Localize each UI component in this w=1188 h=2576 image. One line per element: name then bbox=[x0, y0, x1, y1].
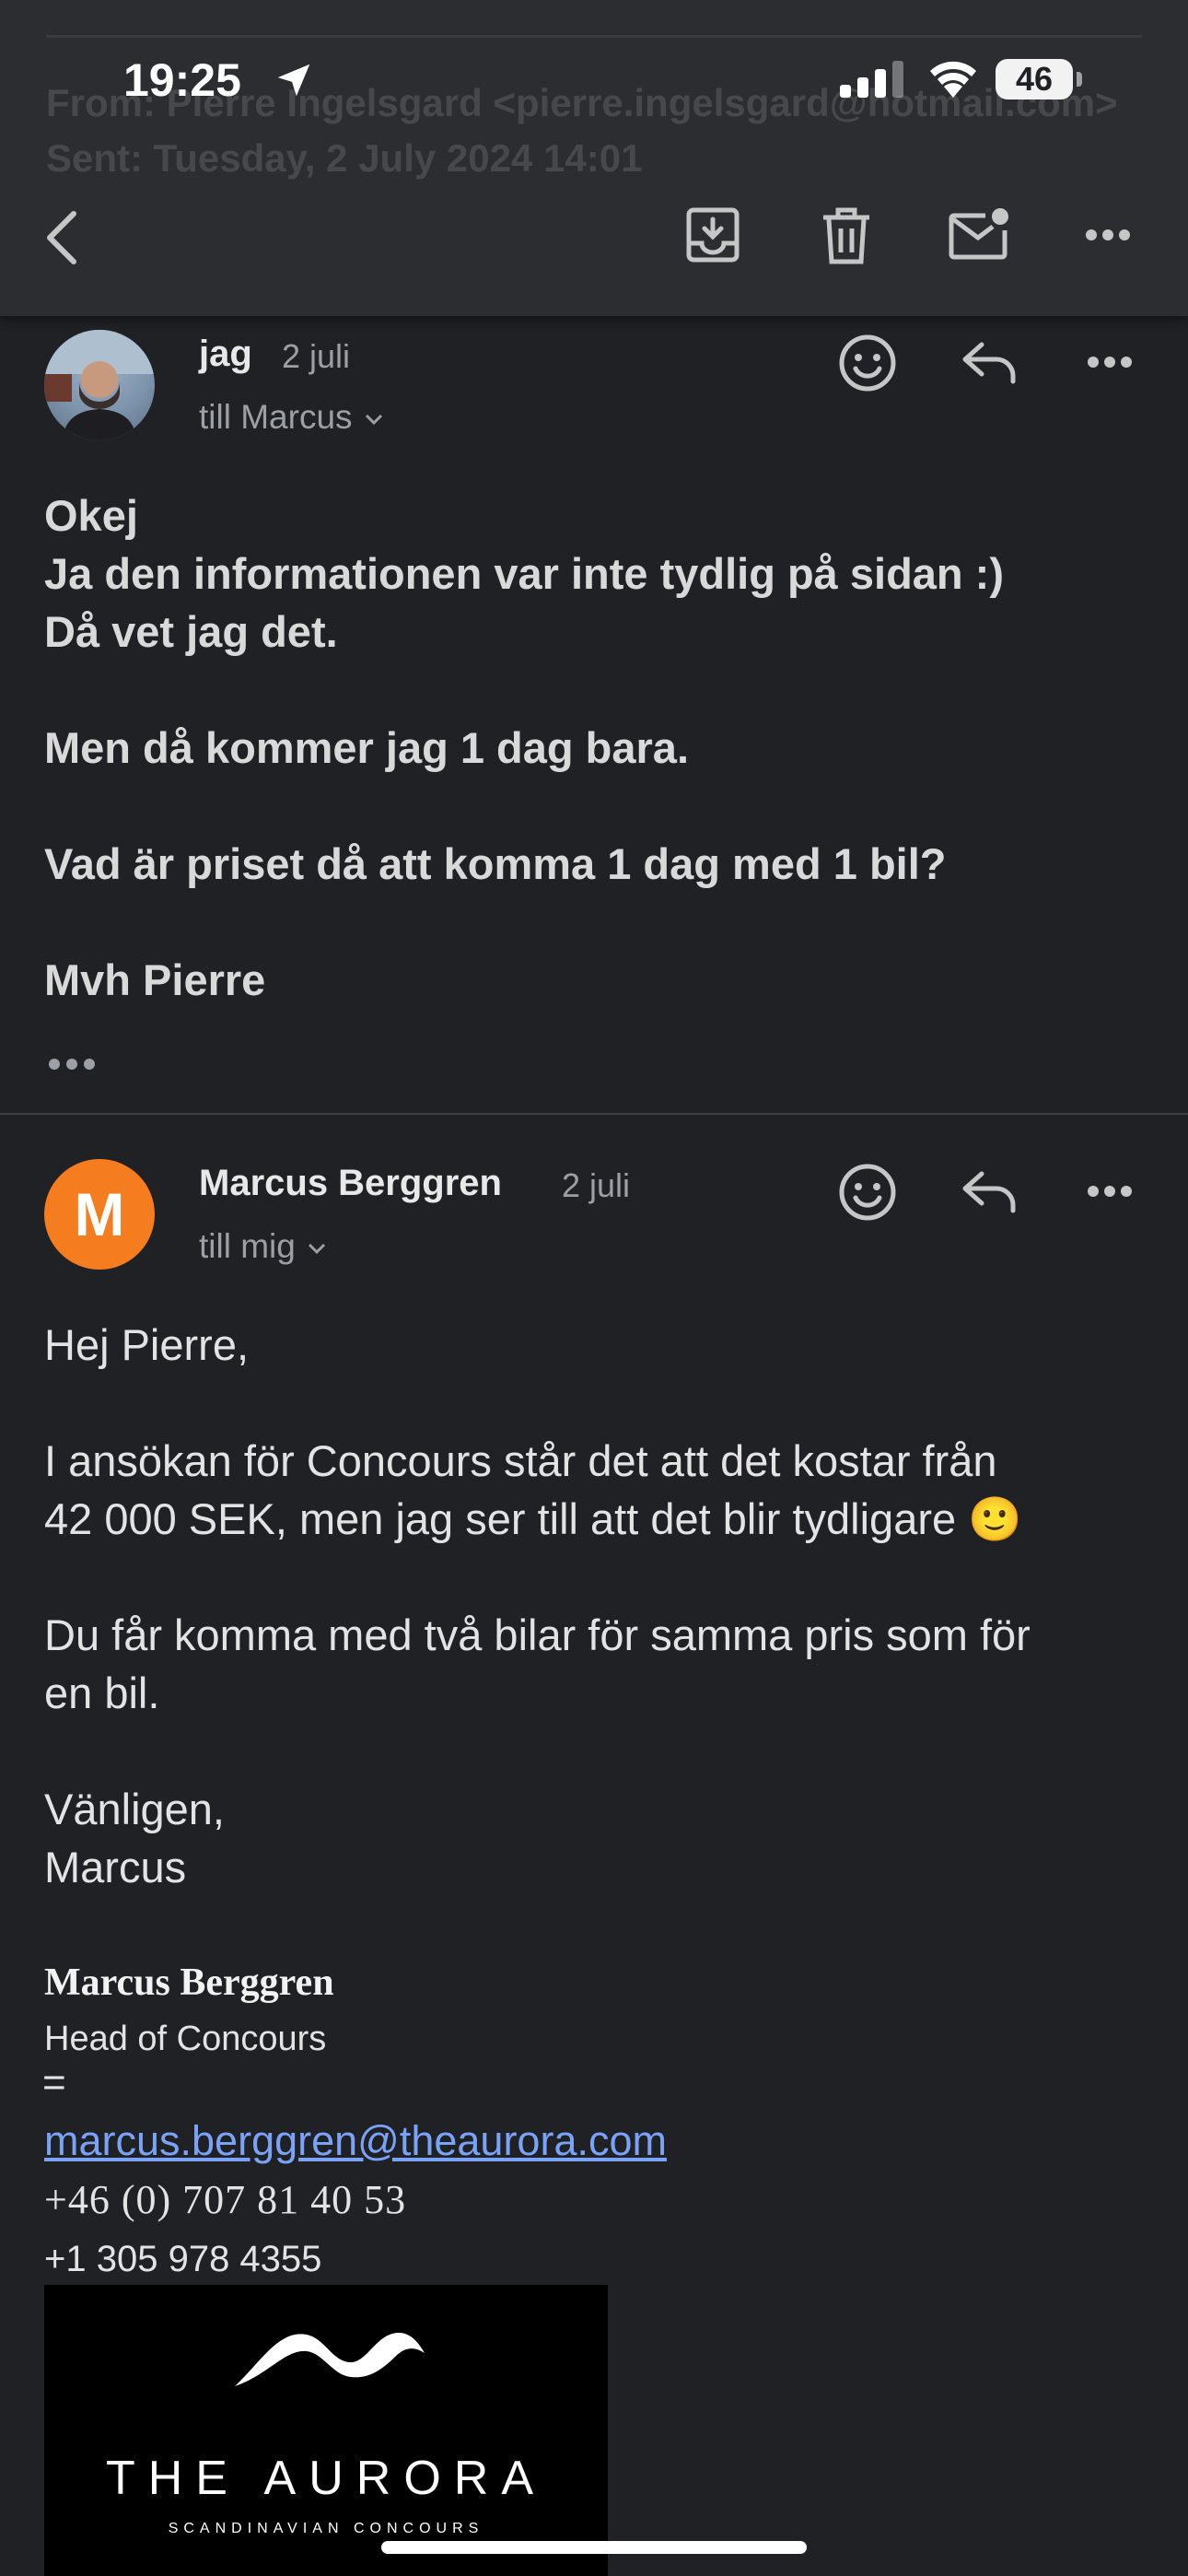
wifi-icon bbox=[930, 61, 976, 98]
cellular-signal-icon bbox=[840, 61, 903, 98]
logo-wordmark: THE AURORA bbox=[105, 2452, 547, 2505]
more-horizontal-icon[interactable] bbox=[1085, 228, 1131, 241]
chevron-down-icon bbox=[365, 415, 382, 426]
signature-separator: = bbox=[42, 2060, 66, 2105]
background-sent-line: Sent: Tuesday, 2 July 2024 14:01 bbox=[46, 136, 643, 180]
chevron-down-icon bbox=[308, 1244, 325, 1255]
logo-tagline: SCANDINAVIAN CONCOURS bbox=[168, 2521, 484, 2536]
reply-icon[interactable] bbox=[961, 341, 1017, 385]
person-avatar-icon bbox=[44, 330, 155, 440]
trash-icon[interactable] bbox=[821, 206, 871, 265]
show-trimmed-content-icon[interactable] bbox=[48, 1058, 96, 1071]
sender-name: jag bbox=[199, 334, 252, 374]
battery-indicator: 46 bbox=[996, 59, 1084, 101]
message-body: Hej Pierre, I ansökan för Concours står … bbox=[44, 1320, 1031, 1891]
message-divider bbox=[0, 1113, 1188, 1115]
message-date: 2 juli bbox=[562, 1166, 631, 1204]
home-indicator[interactable] bbox=[381, 2541, 807, 2554]
signature-phone-1[interactable]: +46 (0) 707 81 40 53 bbox=[44, 2176, 406, 2223]
mark-unread-icon[interactable] bbox=[949, 206, 1009, 263]
signature-email-link[interactable]: marcus.berggren@theaurora.com bbox=[44, 2117, 667, 2165]
battery-level: 46 bbox=[996, 59, 1073, 100]
header-rule bbox=[46, 35, 1142, 38]
signature-phone-2[interactable]: +1 305 978 4355 bbox=[44, 2239, 321, 2280]
signature-name: Marcus Berggren bbox=[44, 1961, 334, 2004]
message-more-icon[interactable] bbox=[1087, 356, 1133, 369]
sender-avatar[interactable] bbox=[44, 330, 155, 440]
location-arrow-icon bbox=[277, 64, 310, 97]
back-chevron-icon[interactable] bbox=[41, 208, 81, 267]
signature-title: Head of Concours bbox=[44, 2020, 327, 2058]
status-time: 19:25 bbox=[123, 54, 241, 106]
message-date: 2 juli bbox=[282, 337, 351, 375]
message-more-icon[interactable] bbox=[1087, 1185, 1133, 1198]
sender-avatar-letter[interactable]: M bbox=[44, 1159, 155, 1270]
recipient-dropdown[interactable]: till Marcus bbox=[199, 398, 384, 437]
aurora-wave-logo-icon bbox=[235, 2333, 425, 2386]
message-body: Okej Ja den informationen var inte tydli… bbox=[44, 491, 1004, 1004]
reply-icon[interactable] bbox=[961, 1170, 1017, 1214]
emoji-reaction-icon[interactable] bbox=[838, 1163, 897, 1222]
emoji-reaction-icon[interactable] bbox=[838, 334, 897, 392]
aurora-logo: THE AURORA SCANDINAVIAN CONCOURS bbox=[44, 2285, 608, 2576]
archive-icon[interactable] bbox=[685, 206, 740, 263]
recipient-label: till mig bbox=[199, 1227, 296, 1265]
recipient-label: till Marcus bbox=[199, 398, 353, 436]
sender-name: Marcus Berggren bbox=[199, 1163, 502, 1203]
recipient-dropdown[interactable]: till mig bbox=[199, 1227, 327, 1266]
top-app-bar: From: Pierre Ingelsgard <pierre.ingelsga… bbox=[0, 0, 1188, 316]
battery-tip bbox=[1077, 72, 1082, 87]
